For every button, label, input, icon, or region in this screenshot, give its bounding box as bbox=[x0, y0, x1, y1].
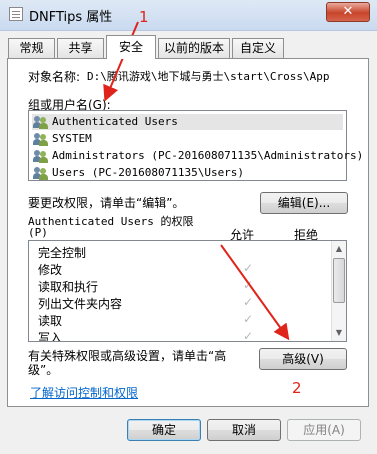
annotation-arrows bbox=[103, 21, 290, 341]
annotation-arrow-2 bbox=[220, 244, 290, 341]
tab-security[interactable]: 安全 bbox=[106, 35, 156, 59]
annotation-arrow-1 bbox=[103, 21, 139, 102]
